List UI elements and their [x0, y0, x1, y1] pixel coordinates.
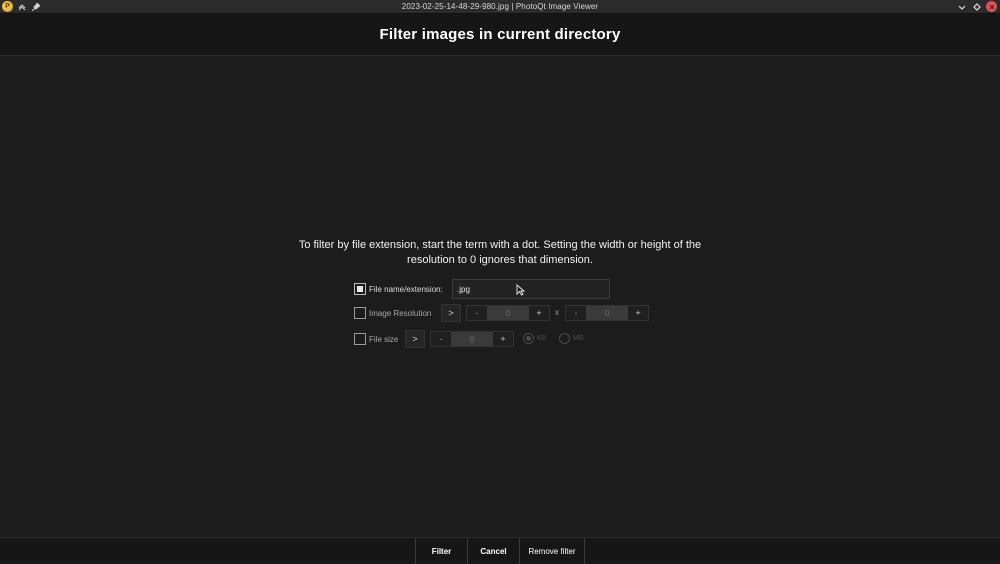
filename-label: File name/extension:: [369, 284, 443, 294]
width-value[interactable]: 0: [487, 306, 529, 320]
filter-dialog-body: To filter by file extension, start the t…: [0, 57, 1000, 537]
resolution-label: Image Resolution: [369, 308, 432, 318]
dialog-header: Filter images in current directory: [0, 14, 1000, 56]
resolution-width-spinbox: - 0 +: [466, 305, 550, 321]
close-icon: [989, 4, 994, 9]
width-increase-button[interactable]: +: [529, 306, 549, 320]
resolution-comparator-button[interactable]: >: [441, 304, 461, 322]
title-bar-right-controls: [956, 1, 997, 12]
minimize-icon[interactable]: [956, 1, 967, 12]
filename-checkbox[interactable]: [354, 283, 366, 295]
filesize-value[interactable]: 0: [451, 332, 493, 346]
window-title-bar: P 2023-02-25-14-48-29-980.jpg | PhotoQt …: [0, 0, 1000, 14]
filesize-increase-button[interactable]: +: [493, 332, 513, 346]
maximize-icon[interactable]: [971, 1, 982, 12]
close-window-button[interactable]: [986, 1, 997, 12]
mb-label: MB: [573, 335, 584, 342]
mouse-cursor-icon: [516, 284, 525, 296]
cancel-button[interactable]: Cancel: [467, 538, 519, 564]
resolution-filter-row: Image Resolution: [354, 307, 431, 319]
width-decrease-button[interactable]: -: [467, 306, 487, 320]
filesize-decrease-button[interactable]: -: [431, 332, 451, 346]
filesize-spinbox: - 0 +: [430, 331, 514, 347]
filesize-comparator-button[interactable]: >: [405, 330, 425, 348]
height-decrease-button[interactable]: -: [566, 306, 586, 320]
filesize-unit-kb-option[interactable]: KB: [523, 333, 546, 344]
height-value[interactable]: 0: [586, 306, 628, 320]
kb-radio[interactable]: [523, 333, 534, 344]
filter-info-text: To filter by file extension, start the t…: [298, 239, 702, 266]
filename-filter-row: File name/extension:: [354, 283, 443, 295]
kb-label: KB: [537, 335, 547, 342]
filesize-unit-mb-option[interactable]: MB: [559, 333, 584, 344]
filter-button[interactable]: Filter: [415, 538, 467, 564]
filesize-filter-row: File size: [354, 333, 398, 345]
mb-radio[interactable]: [559, 333, 570, 344]
resolution-checkbox[interactable]: [354, 307, 366, 319]
dialog-button-bar: Filter Cancel Remove filter: [0, 537, 1000, 564]
filename-input[interactable]: .jpg: [452, 279, 610, 299]
filesize-label: File size: [369, 334, 399, 344]
filesize-checkbox[interactable]: [354, 333, 366, 345]
resolution-separator: x: [555, 308, 559, 317]
dialog-title: Filter images in current directory: [379, 26, 621, 43]
resolution-height-spinbox: - 0 +: [565, 305, 649, 321]
window-title: 2023-02-25-14-48-29-980.jpg | PhotoQt Im…: [401, 2, 599, 11]
height-increase-button[interactable]: +: [628, 306, 648, 320]
remove-filter-button[interactable]: Remove filter: [519, 538, 585, 564]
